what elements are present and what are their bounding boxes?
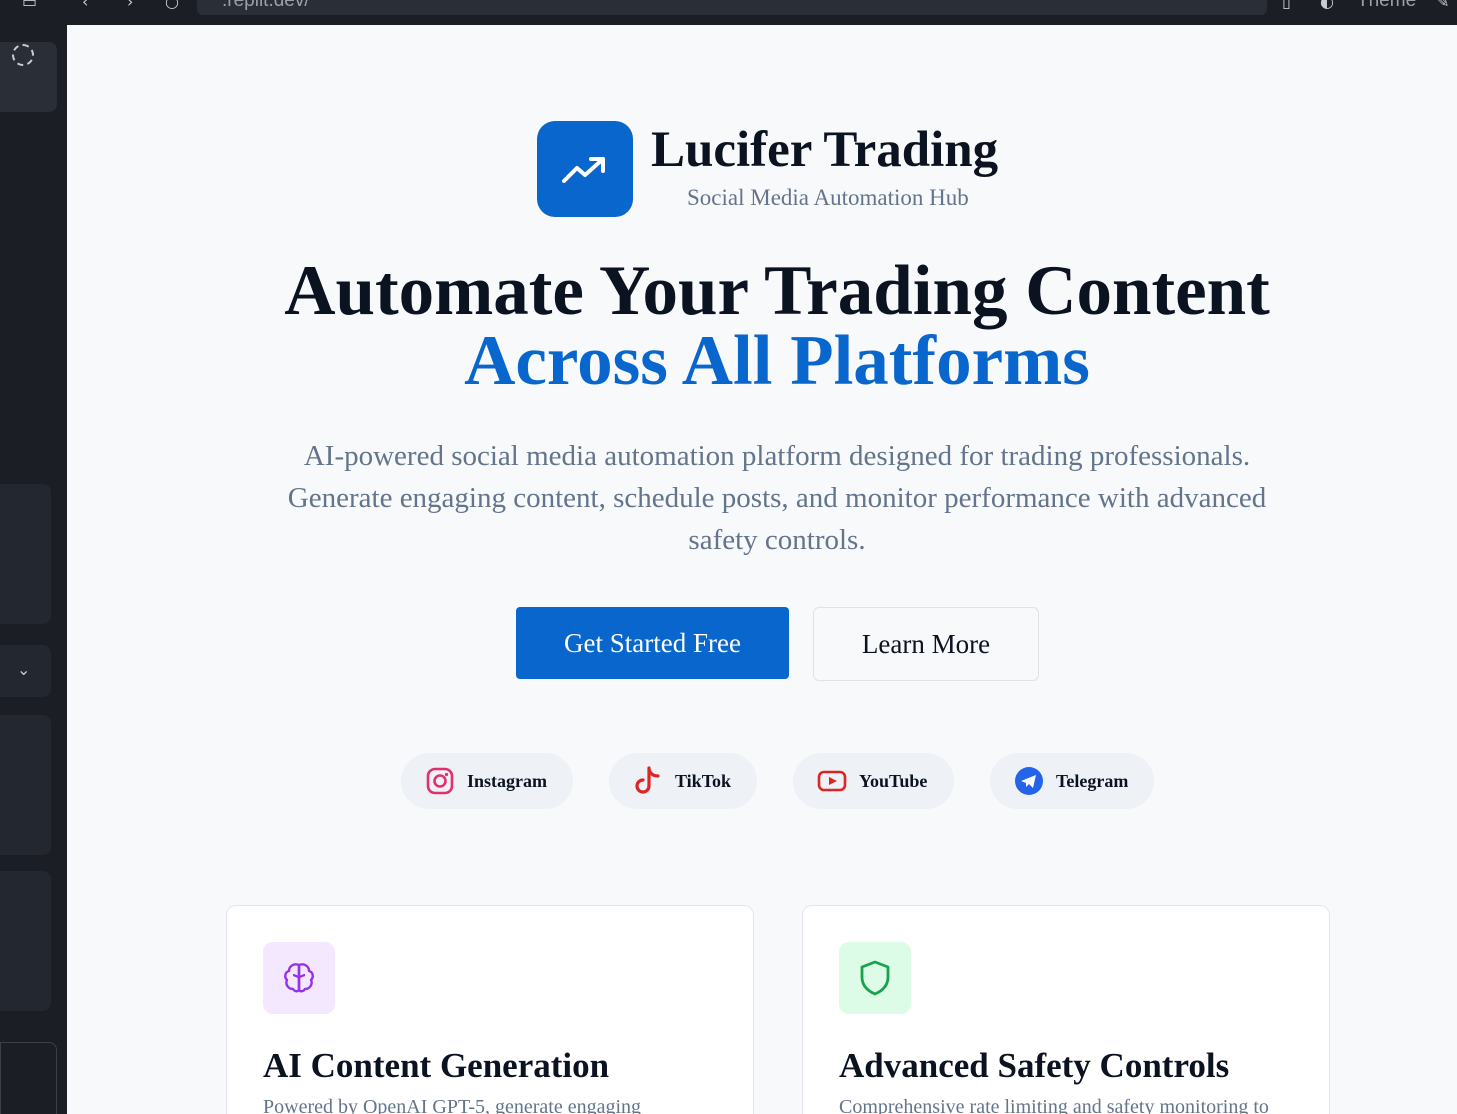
hero-description: AI-powered social media automation platf… — [287, 440, 1267, 556]
url-text[interactable]: .replit.dev/ — [222, 0, 310, 12]
feature-title: AI Content Generation — [263, 1046, 610, 1085]
feature-title: Advanced Safety Controls — [839, 1046, 1230, 1085]
side-panel-input[interactable] — [0, 1042, 57, 1114]
tiktok-icon — [633, 766, 663, 796]
browser-toolbar: ▭ ‹ › ○ .replit.dev/ ▯ ◐ Theme ✎ — [0, 0, 1457, 25]
feature-card-safety: Advanced Safety Controls Comprehensive r… — [802, 905, 1330, 1114]
forward-icon[interactable]: › — [127, 0, 133, 11]
feature-description: Comprehensive rate limiting and safety m… — [839, 1096, 1269, 1114]
side-panel-card[interactable] — [0, 484, 51, 624]
reload-icon[interactable]: ○ — [165, 0, 179, 11]
chat-icon[interactable]: ▭ — [22, 0, 37, 11]
get-started-button[interactable]: Get Started Free — [516, 607, 789, 679]
platform-pill-telegram[interactable]: Telegram — [990, 753, 1154, 809]
logo[interactable] — [537, 121, 633, 217]
hero-heading: Automate Your Trading Content — [284, 252, 1270, 330]
youtube-icon — [817, 766, 847, 796]
shield-icon — [839, 942, 911, 1014]
side-panel — [0, 25, 67, 1114]
brand-tagline: Social Media Automation Hub — [687, 185, 969, 210]
devices-icon[interactable]: ▯ — [1282, 0, 1291, 11]
feature-card-ai: AI Content Generation Powered by OpenAI … — [226, 905, 754, 1114]
telegram-icon — [1014, 766, 1044, 796]
brain-icon — [263, 942, 335, 1014]
platform-label: TikTok — [675, 770, 732, 791]
platform-pill-tiktok[interactable]: TikTok — [609, 753, 757, 809]
trending-up-icon — [562, 157, 605, 183]
theme-button[interactable]: Theme — [1357, 0, 1416, 12]
hero-heading-accent: Across All Platforms — [464, 322, 1090, 400]
palette-icon[interactable]: ◐ — [1320, 0, 1334, 11]
platform-label: Instagram — [467, 770, 547, 791]
brand-name: Lucifer Trading — [651, 122, 999, 178]
back-icon[interactable]: ‹ — [82, 0, 88, 11]
platform-label: YouTube — [859, 770, 928, 791]
chevron-down-icon[interactable]: ⌄ — [17, 660, 30, 679]
feature-description: Powered by OpenAI GPT-5, generate engagi… — [263, 1096, 642, 1114]
learn-more-button[interactable]: Learn More — [813, 607, 1039, 681]
landing-page: Lucifer Trading Social Media Automation … — [67, 25, 1457, 1114]
platform-pill-youtube[interactable]: YouTube — [793, 753, 954, 809]
side-panel-card[interactable] — [0, 871, 51, 1011]
edit-icon[interactable]: ✎ — [1436, 0, 1449, 11]
loading-icon — [12, 44, 34, 66]
instagram-icon — [425, 766, 455, 796]
side-panel-card[interactable] — [0, 715, 51, 855]
url-bar[interactable] — [197, 0, 1267, 15]
platform-label: Telegram — [1056, 770, 1129, 791]
platform-pill-instagram[interactable]: Instagram — [401, 753, 573, 809]
